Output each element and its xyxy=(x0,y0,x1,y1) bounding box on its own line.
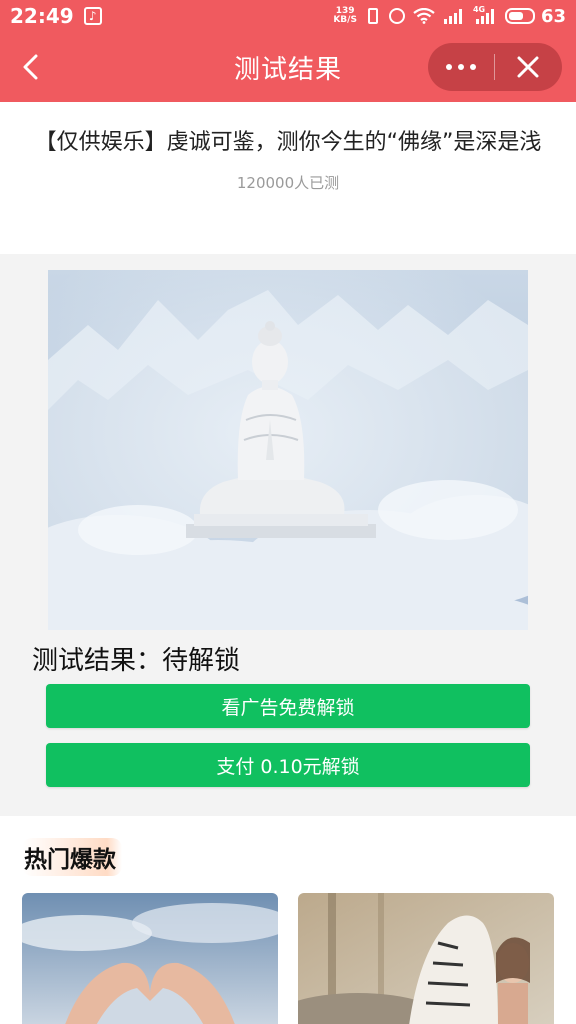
dot xyxy=(470,64,476,70)
status-right: 139 KB/S 4G 63 xyxy=(333,5,566,27)
result-label: 测试结果：待解锁 xyxy=(32,646,241,676)
quiz-header: 【仅供娱乐】虔诚可鉴，测你今生的“佛缘”是深是浅 120000人已测 xyxy=(0,102,576,254)
watch-ad-unlock-button[interactable]: 看广告免费解锁 xyxy=(46,684,530,728)
miniprogram-capsule xyxy=(428,43,562,91)
hot-card-hands[interactable] xyxy=(22,893,278,1024)
hot-section: 热门爆款 xyxy=(0,816,576,1024)
battery-percent: 63 xyxy=(540,5,566,27)
quiz-title: 【仅供娱乐】虔诚可鉴，测你今生的“佛缘”是深是浅 xyxy=(34,130,542,155)
nav-bar: 测试结果 xyxy=(0,32,576,102)
pay-unlock-button[interactable]: 支付 0.10元解锁 xyxy=(46,743,530,787)
hot-card-tiger[interactable] xyxy=(298,893,554,1024)
wifi-icon xyxy=(413,8,435,24)
signal-icon xyxy=(443,8,465,24)
back-arrow-icon[interactable] xyxy=(18,54,44,80)
status-time: 22:49 xyxy=(10,4,74,28)
battery-fill xyxy=(508,12,523,20)
battery-indicator: 63 xyxy=(504,5,566,27)
test-count: 120000人已测 xyxy=(236,174,340,192)
close-icon[interactable] xyxy=(495,43,561,91)
battery-icon xyxy=(504,8,535,24)
network-speed: 139 KB/S xyxy=(333,7,357,25)
alarm-icon xyxy=(388,8,405,24)
network-speed-unit: KB/S xyxy=(333,15,357,25)
dot xyxy=(458,64,464,70)
buddha-image xyxy=(48,270,528,630)
hot-section-title: 热门爆款 xyxy=(22,838,122,876)
status-bar: 22:49 ♪ 139 KB/S 4G 63 xyxy=(0,0,576,32)
dot xyxy=(446,64,452,70)
vibrate-icon xyxy=(367,8,378,24)
more-dots-icon[interactable] xyxy=(428,43,494,91)
result-section: 测试结果：待解锁 看广告免费解锁 支付 0.10元解锁 xyxy=(0,254,576,816)
tiktok-icon: ♪ xyxy=(83,7,102,25)
network-type-label: 4G xyxy=(472,5,486,14)
signal-4g-icon: 4G xyxy=(472,5,497,24)
status-left: 22:49 ♪ xyxy=(10,4,102,28)
